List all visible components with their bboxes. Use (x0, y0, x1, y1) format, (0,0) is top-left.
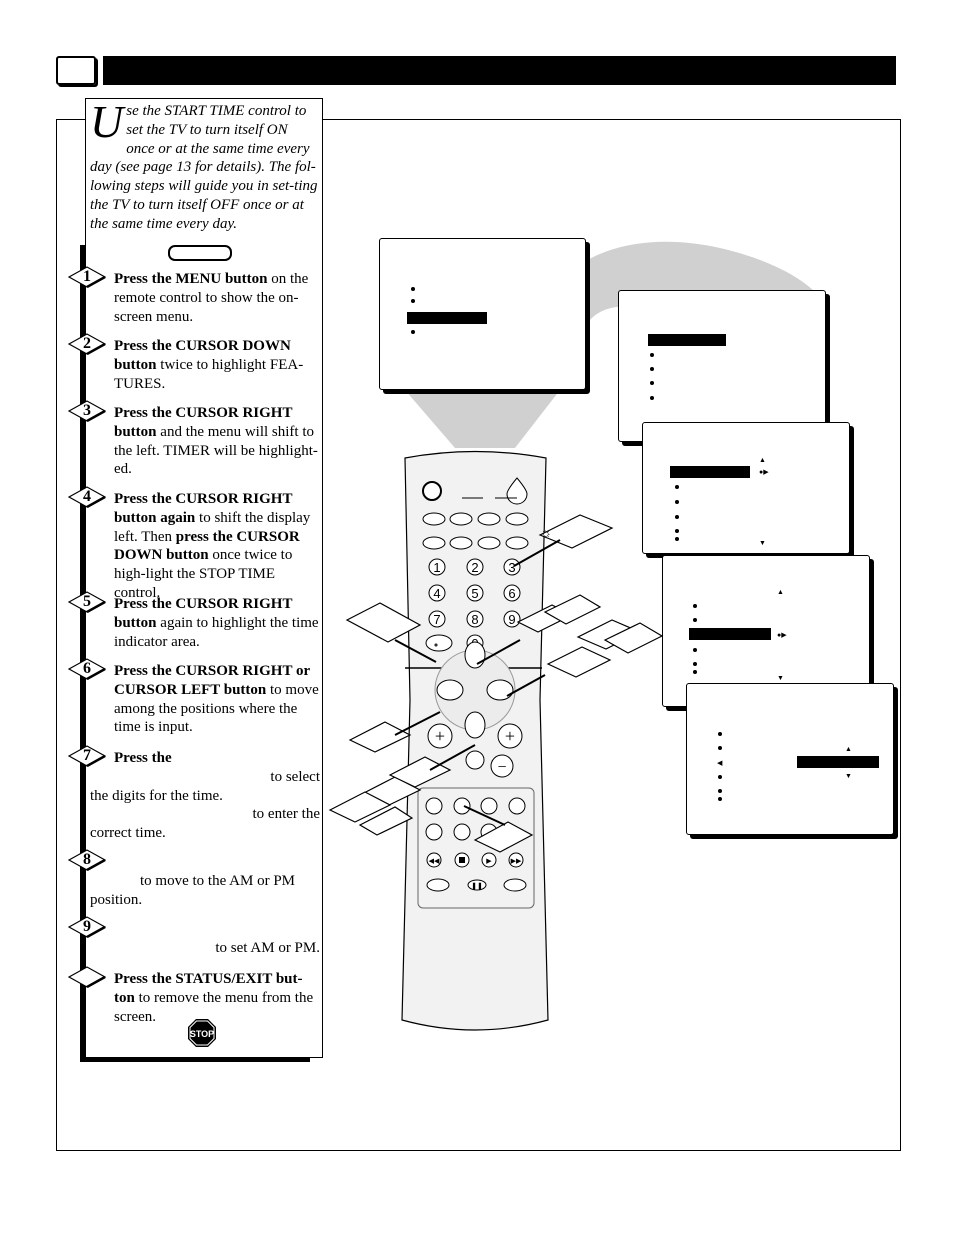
channel-plus-label: + (505, 726, 515, 746)
svg-text:▶▶: ▶▶ (511, 857, 522, 865)
digit-label: 8 (471, 612, 478, 627)
svg-text:▶: ▶ (486, 857, 492, 865)
svg-text:❚❚: ❚❚ (471, 882, 483, 890)
digit-label: 5 (471, 586, 478, 601)
digit-label: 7 (433, 612, 440, 627)
digit-label: 2 (471, 560, 478, 575)
digit-label: 6 (508, 586, 515, 601)
digit-label: 3 (508, 560, 515, 575)
remote-control: 1234567890 + + − ◀◀▶▶▶❚❚ ☼ (328, 450, 664, 1031)
svg-text:−: − (497, 759, 506, 776)
digit-label: 1 (433, 560, 440, 575)
volume-plus-label: + (435, 726, 445, 746)
sparkle-icon: ☼ (540, 525, 552, 540)
digit-label: 4 (433, 586, 440, 601)
digit-label: 9 (508, 612, 515, 627)
power-button (422, 481, 442, 501)
svg-text:◀◀: ◀◀ (429, 857, 440, 865)
